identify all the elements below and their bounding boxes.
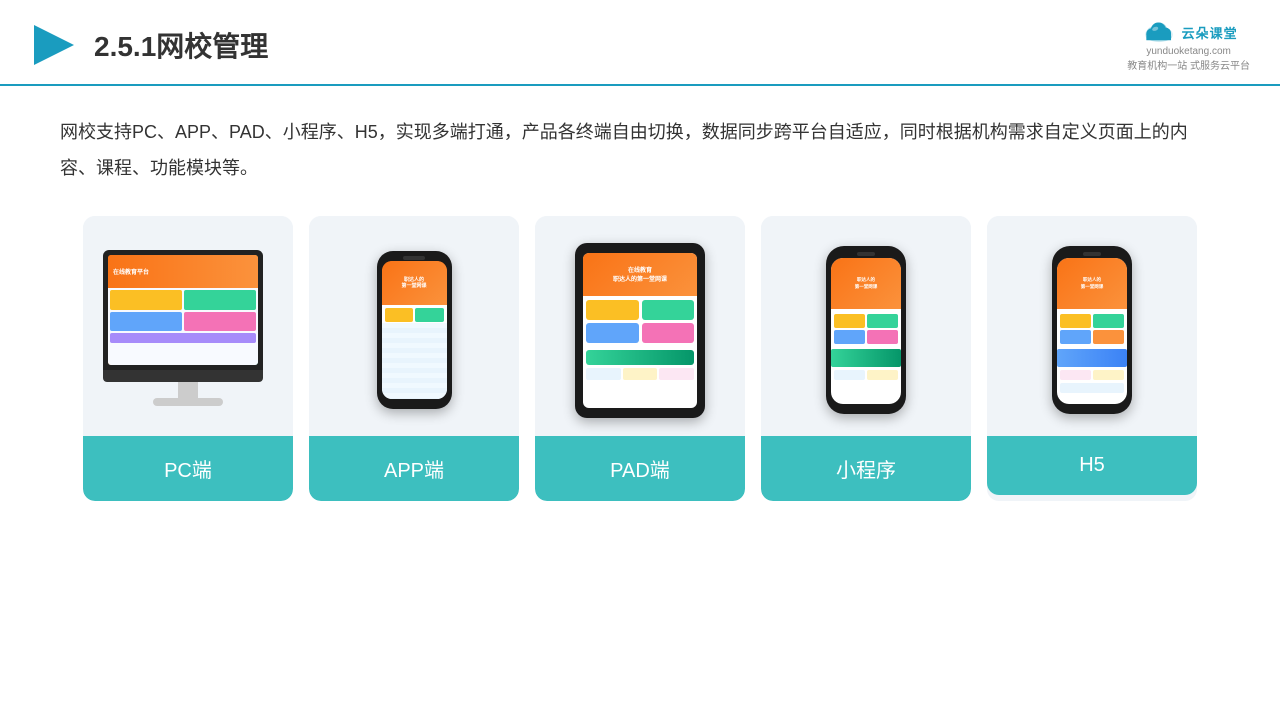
play-icon [30, 21, 78, 69]
cloud-icon [1140, 18, 1178, 46]
phone-h5: 职达人的第一堂网课 [1052, 246, 1132, 414]
card-pc-label: PC端 [83, 436, 293, 501]
card-pad: 在线教育职达人的第一堂网课 PAD端 [535, 216, 745, 501]
card-pad-label: PAD端 [535, 436, 745, 501]
phone-miniapp: 职达人的第一堂网课 [826, 246, 906, 414]
description: 网校支持PC、APP、PAD、小程序、H5，实现多端打通，产品各终端自由切换，数… [0, 86, 1280, 196]
header: 2.5.1网校管理 云朵课堂 yunduoketang.com [0, 0, 1280, 86]
card-miniapp-label: 小程序 [761, 436, 971, 501]
logo-text: 云朵课堂 [1182, 23, 1238, 42]
card-pad-image: 在线教育职达人的第一堂网课 [535, 216, 745, 436]
logo-area: 云朵课堂 yunduoketang.com 教育机构一站 式服务云平台 [1127, 18, 1250, 72]
description-text: 网校支持PC、APP、PAD、小程序、H5，实现多端打通，产品各终端自由切换，数… [60, 114, 1220, 186]
logo-url: yunduoketang.com 教育机构一站 式服务云平台 [1127, 46, 1250, 72]
card-miniapp-image: 职达人的第一堂网课 [761, 216, 971, 436]
card-h5: 职达人的第一堂网课 H5 [987, 216, 1197, 501]
card-pc-image: 在线教育平台 [83, 216, 293, 436]
header-left: 2.5.1网校管理 [30, 21, 268, 69]
card-app: 职达人的第一堂网课 APP端 [309, 216, 519, 501]
pc-monitor: 在线教育平台 [103, 250, 273, 410]
logo-cloud: 云朵课堂 [1140, 18, 1238, 46]
card-h5-image: 职达人的第一堂网课 [987, 216, 1197, 436]
tablet-pad: 在线教育职达人的第一堂网课 [575, 243, 705, 418]
phone-app: 职达人的第一堂网课 [377, 251, 452, 409]
card-miniapp: 职达人的第一堂网课 小程序 [761, 216, 971, 501]
card-app-image: 职达人的第一堂网课 [309, 216, 519, 436]
page-title: 2.5.1网校管理 [94, 25, 268, 65]
card-h5-label: H5 [987, 436, 1197, 495]
cards-container: 在线教育平台 PC端 [0, 196, 1280, 521]
card-pc: 在线教育平台 PC端 [83, 216, 293, 501]
card-app-label: APP端 [309, 436, 519, 501]
